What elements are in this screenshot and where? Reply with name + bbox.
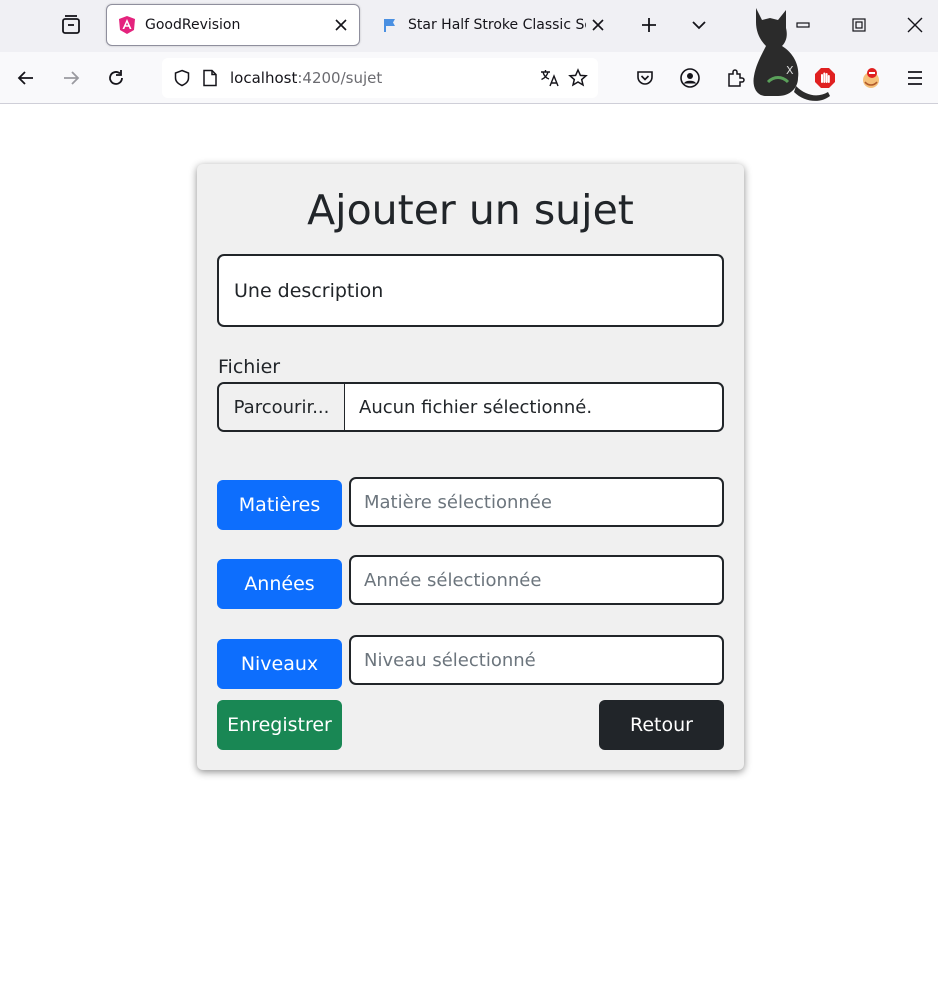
extension-avatar-icon[interactable] [855, 62, 887, 94]
svg-text:X: X [786, 64, 794, 77]
description-input[interactable]: Une description [217, 254, 724, 327]
url-text: localhost:4200/sujet [230, 69, 536, 87]
hamburger-icon[interactable] [899, 62, 931, 94]
close-icon[interactable] [329, 13, 353, 37]
flag-favicon-icon [380, 15, 400, 35]
puzzle-icon[interactable] [719, 62, 751, 94]
selected-year-field[interactable]: Année sélectionnée [349, 555, 724, 605]
add-subject-card: Ajouter un sujet Une description Fichier… [197, 164, 744, 770]
tab-title: GoodRevision [145, 17, 241, 33]
url-bar[interactable]: localhost:4200/sujet [162, 58, 598, 98]
translate-icon[interactable] [536, 64, 564, 92]
page-title: Ajouter un sujet [307, 186, 634, 234]
file-label: Fichier [218, 356, 281, 378]
star-icon[interactable] [564, 64, 592, 92]
reload-icon[interactable] [100, 62, 132, 94]
angular-favicon-icon [117, 15, 137, 35]
page-icon[interactable] [196, 64, 224, 92]
back-button[interactable]: Retour [599, 700, 724, 750]
browse-file-button[interactable]: Parcourir... [219, 384, 345, 430]
tab-goodrevision[interactable]: GoodRevision [106, 4, 360, 46]
arrow-left-icon[interactable] [10, 62, 42, 94]
tab-star-half[interactable]: Star Half Stroke Classic Solid [370, 4, 616, 46]
levels-button[interactable]: Niveaux [217, 639, 342, 689]
save-button[interactable]: Enregistrer [217, 700, 342, 750]
subjects-button[interactable]: Matières [217, 480, 342, 530]
url-path: :4200/sujet [297, 69, 383, 87]
plus-icon[interactable] [634, 10, 664, 40]
close-icon[interactable] [586, 13, 610, 37]
years-button[interactable]: Années [217, 559, 342, 609]
account-icon[interactable] [674, 62, 706, 94]
tab-title: Star Half Stroke Classic Solid [408, 17, 586, 33]
maximize-icon[interactable] [844, 10, 874, 40]
file-input[interactable]: Parcourir... Aucun fichier sélectionné. [217, 382, 724, 432]
selected-level-field[interactable]: Niveau sélectionné [349, 635, 724, 685]
file-status-text: Aucun fichier sélectionné. [359, 396, 593, 418]
url-host: localhost [230, 69, 298, 87]
selected-subject-field[interactable]: Matière sélectionnée [349, 477, 724, 527]
chevron-down-icon[interactable] [684, 10, 714, 40]
window-close-icon[interactable] [900, 10, 930, 40]
cat-mascot-image: X [748, 4, 832, 104]
tab-list-icon[interactable] [56, 10, 86, 40]
pocket-icon[interactable] [629, 62, 661, 94]
shield-icon[interactable] [168, 64, 196, 92]
arrow-right-icon[interactable] [55, 62, 87, 94]
